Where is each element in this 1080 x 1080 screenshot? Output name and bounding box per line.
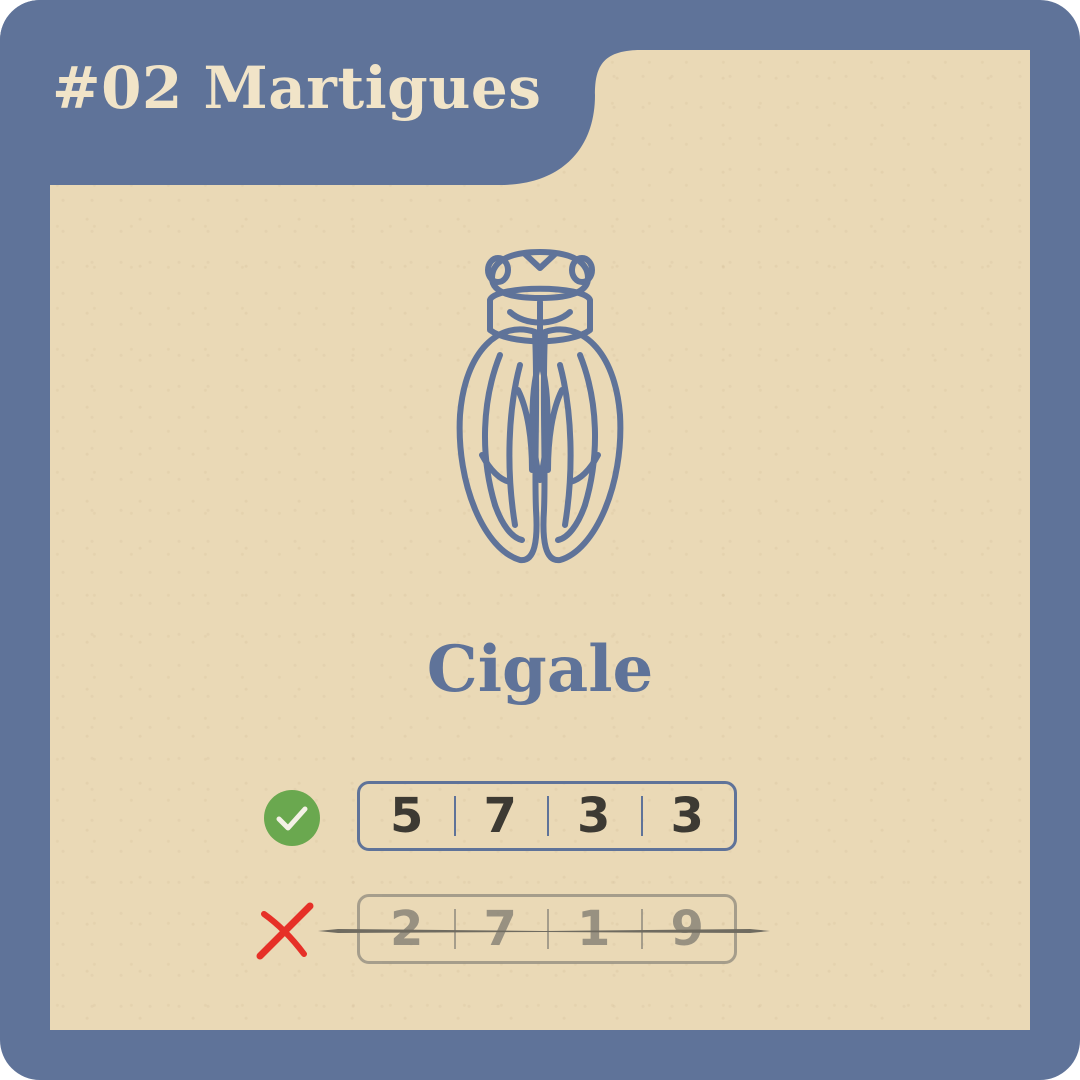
code-digit: 3	[640, 784, 735, 848]
strikethrough-line	[318, 929, 770, 933]
correct-code: 5 7 3 3	[357, 781, 737, 851]
cicada-icon	[456, 249, 624, 564]
species-name: Cigale	[426, 632, 654, 707]
check-circle-icon	[264, 790, 320, 846]
code-digit: 5	[390, 788, 424, 844]
code-digit: 3	[547, 784, 641, 848]
red-cross-icon	[256, 902, 314, 960]
page-title: #02 Martigues	[52, 54, 542, 122]
card: #02 Martigues Cigale 5 7 3 3 2 7 1 9	[0, 0, 1080, 1080]
code-digit: 7	[453, 784, 548, 848]
